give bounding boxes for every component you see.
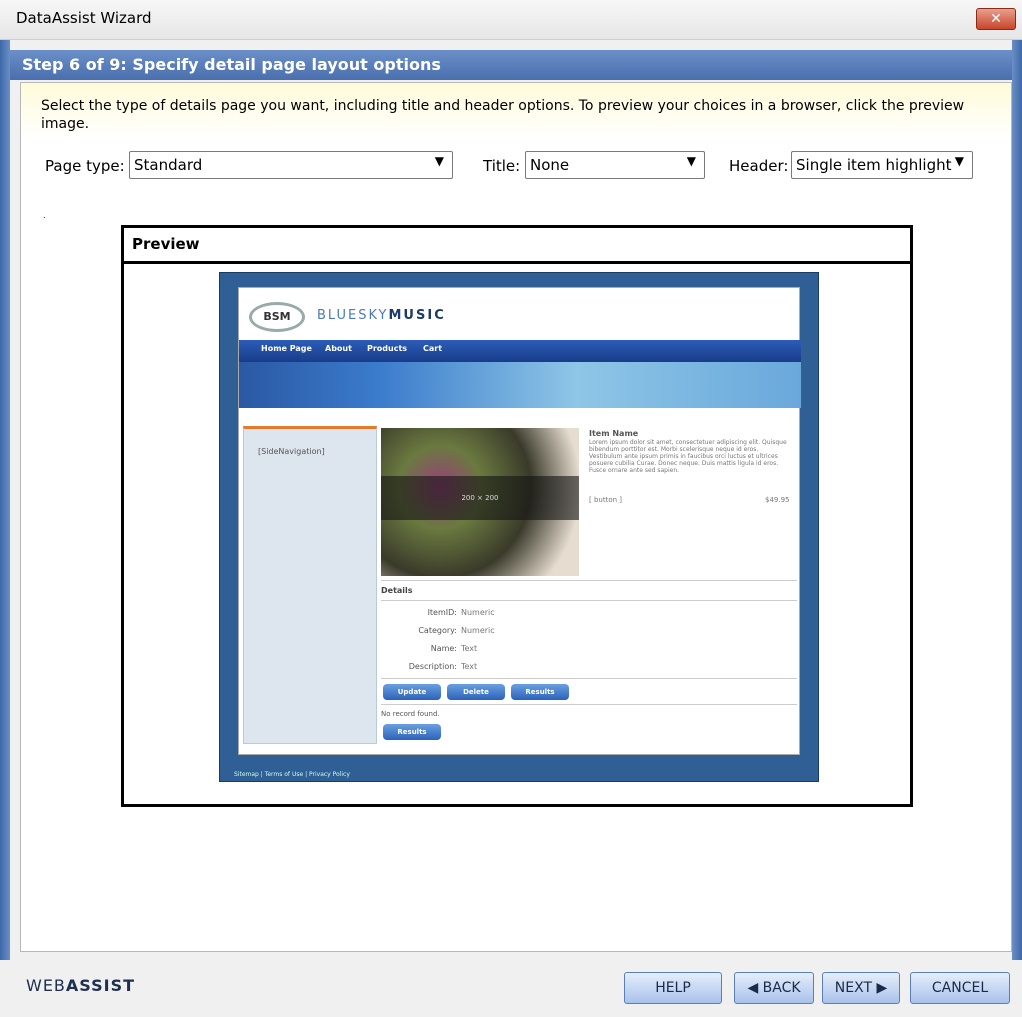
mock-item-button: [ button ] bbox=[589, 496, 623, 504]
mock-photo: 200 × 200 bbox=[381, 428, 579, 576]
page-type-value: Standard bbox=[134, 156, 203, 174]
mock-detail-value: Numeric bbox=[461, 626, 495, 635]
mock-item-price: $49.95 bbox=[765, 496, 790, 504]
mock-rule bbox=[381, 678, 797, 679]
chevron-down-icon: ▼ bbox=[954, 154, 964, 168]
mock-detail-label: Name: bbox=[430, 644, 457, 653]
window-titlebar: DataAssist Wizard ✕ bbox=[0, 0, 1022, 40]
mock-detail-label: Description: bbox=[408, 662, 457, 671]
mock-detail-label: Category: bbox=[418, 626, 457, 635]
dot-marker: . bbox=[43, 211, 46, 220]
mock-photo-label: 200 × 200 bbox=[381, 476, 579, 520]
header-select[interactable]: Single item highlight ▼ bbox=[791, 151, 973, 179]
chevron-down-icon: ▼ bbox=[686, 154, 696, 168]
mock-rule bbox=[381, 600, 797, 601]
mock-rule bbox=[381, 704, 797, 705]
next-button[interactable]: NEXT ▶ bbox=[822, 972, 900, 1004]
mock-navbar: Home Page About Products Cart bbox=[239, 340, 801, 362]
window-title: DataAssist Wizard bbox=[16, 9, 152, 27]
page-type-select[interactable]: Standard ▼ bbox=[129, 151, 453, 179]
mock-nav-about: About bbox=[325, 344, 352, 353]
mock-update-button: Update bbox=[383, 684, 441, 700]
preview-page: BSM BLUESKYMUSIC Home Page About Product… bbox=[238, 287, 801, 755]
mock-detail-value: Text bbox=[461, 662, 478, 671]
page-type-label: Page type: bbox=[45, 157, 125, 175]
logo-icon: BSM bbox=[249, 302, 305, 332]
mock-results-button: Results bbox=[511, 684, 569, 700]
mock-item-desc: Lorem ipsum dolor sit amet, consectetuer… bbox=[589, 439, 787, 474]
mock-nav-cart: Cart bbox=[423, 344, 443, 353]
mock-nav-products: Products bbox=[367, 344, 408, 353]
webassist-logo: WEBASSIST bbox=[26, 976, 135, 995]
mock-banner bbox=[239, 362, 801, 408]
mock-no-record: No record found. bbox=[381, 710, 440, 718]
cancel-button[interactable]: CANCEL bbox=[910, 972, 1010, 1004]
logo-light: BLUESKY bbox=[317, 308, 389, 323]
mock-side-navigation: [SideNavigation] bbox=[258, 447, 325, 456]
title-label: Title: bbox=[483, 157, 521, 175]
preview-heading: Preview bbox=[124, 228, 910, 264]
instructions-area: Select the type of details page you want… bbox=[21, 83, 1011, 139]
window-frame-left bbox=[0, 40, 10, 960]
mock-footer-links: Sitemap | Terms of Use | Privacy Policy bbox=[234, 771, 350, 778]
mock-nav-home: Home Page bbox=[261, 344, 312, 353]
mock-item-name: Item Name bbox=[589, 429, 639, 438]
mock-detail-value: Numeric bbox=[461, 608, 495, 617]
help-button[interactable]: HELP bbox=[624, 972, 722, 1004]
mock-delete-button: Delete bbox=[447, 684, 505, 700]
back-button[interactable]: ◀ BACK bbox=[734, 972, 814, 1004]
brand-light: WEB bbox=[26, 976, 66, 995]
header-label: Header: bbox=[729, 157, 789, 175]
instructions-text: Select the type of details page you want… bbox=[41, 98, 965, 132]
close-icon[interactable]: ✕ bbox=[976, 8, 1016, 30]
wizard-panel: Select the type of details page you want… bbox=[20, 82, 1012, 952]
mock-details-title: Details bbox=[381, 586, 413, 595]
mock-rule bbox=[381, 580, 797, 581]
preview-box: Preview BSM BLUESKYMUSIC Home Page About… bbox=[121, 225, 913, 807]
step-header: Step 6 of 9: Specify detail page layout … bbox=[10, 50, 1012, 80]
chevron-down-icon: ▼ bbox=[434, 154, 444, 168]
mock-sidebar: [SideNavigation] bbox=[243, 426, 377, 744]
brand-bold: ASSIST bbox=[65, 976, 136, 995]
mock-detail-value: Text bbox=[461, 644, 478, 653]
window-frame-right bbox=[1012, 40, 1022, 960]
preview-image[interactable]: BSM BLUESKYMUSIC Home Page About Product… bbox=[219, 272, 819, 782]
mock-detail-label: ItemID: bbox=[427, 608, 457, 617]
title-value: None bbox=[530, 156, 570, 174]
mock-results-button-2: Results bbox=[383, 724, 441, 740]
title-select[interactable]: None ▼ bbox=[525, 151, 705, 179]
logo-bold: MUSIC bbox=[388, 308, 446, 323]
header-value: Single item highlight bbox=[796, 156, 952, 174]
logo-text: BLUESKYMUSIC bbox=[317, 308, 446, 323]
